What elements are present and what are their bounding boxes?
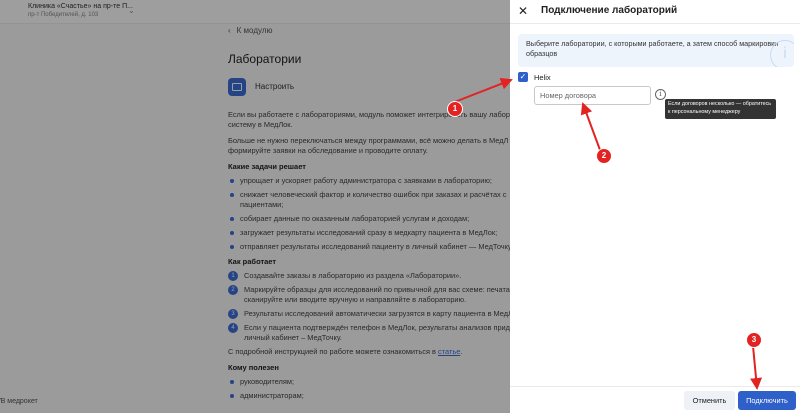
contract-tooltip: Если договоров несколько — обратитесь к … (665, 99, 776, 119)
annotation-badge-1: 1 (447, 101, 463, 117)
connect-labs-panel: ✕ Подключение лабораторий Выберите лабор… (510, 0, 800, 413)
helix-checkbox[interactable]: ✓ (518, 72, 528, 82)
lab-name-label: Helix (534, 73, 551, 82)
info-icon: i (770, 40, 794, 67)
annotation-badge-3: 3 (746, 332, 762, 348)
contract-number-input[interactable] (534, 86, 651, 105)
annotation-badge-2: 2 (596, 148, 612, 164)
cancel-button[interactable]: Отменить (684, 391, 735, 410)
connect-button[interactable]: Подключить (738, 391, 796, 410)
panel-footer: Отменить Подключить (510, 386, 800, 413)
info-banner: Выберите лаборатории, с которыми работае… (518, 34, 794, 67)
info-banner-text: Выберите лаборатории, с которыми работае… (526, 39, 779, 58)
panel-title: Подключение лабораторий (541, 5, 678, 16)
info-icon[interactable]: i (655, 89, 666, 100)
panel-header: ✕ Подключение лабораторий (510, 0, 800, 24)
close-icon[interactable]: ✕ (516, 4, 530, 18)
